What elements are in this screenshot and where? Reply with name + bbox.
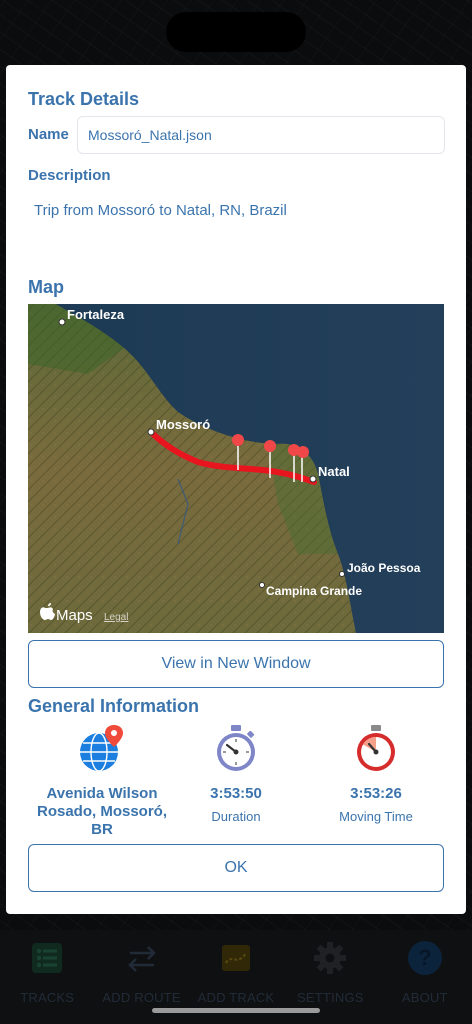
name-input[interactable] — [77, 116, 445, 154]
city-natal: Natal — [318, 464, 350, 479]
description-text[interactable]: Trip from Mossoró to Natal, RN, Brazil — [34, 202, 287, 219]
duration-label: Duration — [211, 809, 261, 824]
moving-time-label: Moving Time — [339, 809, 413, 824]
globe-pin-icon — [78, 725, 126, 773]
home-indicator — [152, 1008, 320, 1013]
map-title: Map — [28, 277, 64, 297]
maps-attribution: Maps — [56, 607, 93, 624]
track-details-modal: Track Details Name Description Trip from… — [6, 65, 466, 914]
info-moving-time: 3:53:26 Moving Time — [301, 725, 451, 824]
info-duration: 3:53:50 Duration — [161, 725, 311, 824]
ok-button[interactable]: OK — [28, 844, 444, 892]
description-label: Description — [28, 167, 111, 184]
city-fortaleza: Fortaleza — [67, 307, 125, 322]
route-map[interactable]: Fortaleza Mossoró Natal João Pessoa Camp… — [28, 304, 444, 633]
modal-title: Track Details — [28, 89, 140, 109]
moving-time-value: 3:53:26 — [350, 785, 402, 802]
name-label: Name — [28, 126, 69, 143]
view-new-window-button[interactable]: View in New Window — [28, 640, 444, 688]
timer-icon — [352, 725, 400, 773]
city-mossoro: Mossoró — [156, 417, 210, 432]
city-campina-grande: Campina Grande — [266, 584, 362, 598]
duration-value: 3:53:50 — [210, 785, 262, 802]
info-location: Avenida Wilson Rosado, Mossoró, BR — [27, 725, 177, 839]
legal-link: Legal — [104, 612, 128, 623]
stopwatch-icon — [212, 725, 260, 773]
general-info-title: General Information — [28, 696, 200, 716]
location-value: Avenida Wilson Rosado, Mossoró, BR — [36, 785, 167, 838]
city-joao-pessoa: João Pessoa — [347, 561, 421, 575]
dynamic-island — [166, 12, 306, 52]
